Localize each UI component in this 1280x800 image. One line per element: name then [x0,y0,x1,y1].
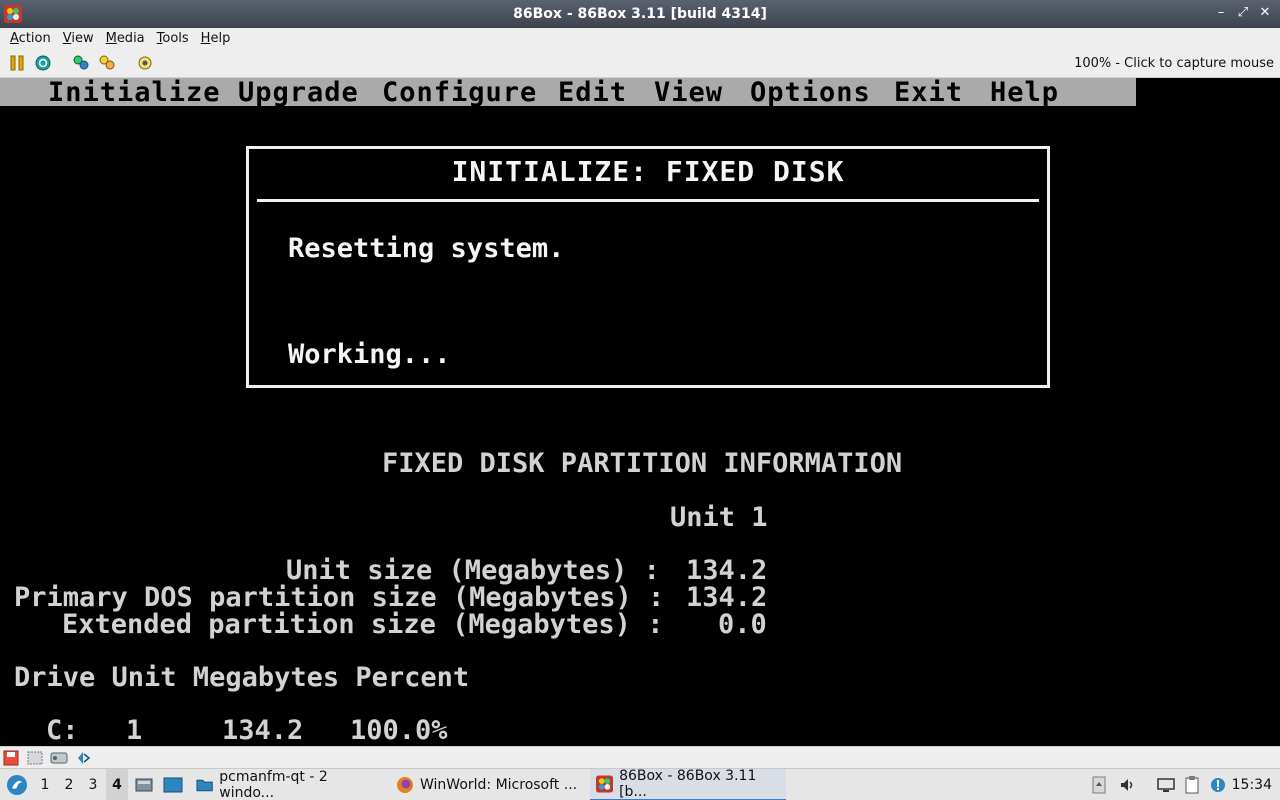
start-menu-icon [7,775,27,795]
drive-percent: 100.0% [350,715,448,746]
extended-partition-value: 0.0 [718,609,767,640]
task-label: pcmanfm-qt - 2 windo... [219,769,328,800]
dos-menu-bar: Initialize Upgrade Configure Edit View O… [0,78,1136,108]
window-title: 86Box - 86Box 3.11 [build 4314] [513,6,767,22]
desktop-2-button[interactable]: 2 [58,769,80,800]
dos-menu-help: Help [990,78,1060,108]
window-titlebar: 86Box - 86Box 3.11 [build 4314] – ⤢ ✕ [0,0,1280,28]
task-firefox[interactable]: WinWorld: Microsoft ... [390,769,586,800]
menu-tools[interactable]: Tools [151,31,195,46]
network-icon [78,751,91,764]
dialog-status-text: Resetting system. [288,233,565,264]
file-manager-icon [135,778,153,792]
desktop-4-button[interactable]: 4 [106,769,128,800]
file-manager-launcher[interactable] [134,769,154,800]
dialog-divider [257,199,1039,202]
desktop-3-button[interactable]: 3 [82,769,104,800]
ctrl-alt-esc-button[interactable] [96,52,118,74]
show-desktop-icon [163,777,183,793]
task-pcmanfm[interactable]: pcmanfm-qt - 2 windo... [190,769,386,800]
emulator-screen[interactable]: Initialize Upgrade Configure Edit View O… [0,78,1280,746]
update-tray-button[interactable] [1208,769,1228,800]
toolbar: 100% - Click to capture mouse [0,49,1280,78]
drive-megabytes: 134.2 [222,715,304,746]
extended-partition-label: Extended partition size (Megabytes) : [62,609,664,640]
display-tray-button[interactable] [1156,769,1176,800]
floppy-drive-status[interactable] [2,750,20,766]
volume-icon [1121,779,1133,791]
start-menu-button[interactable] [4,769,30,800]
show-desktop-button[interactable] [162,769,184,800]
menu-action[interactable]: Action [4,31,57,46]
ctrl-alt-del-button[interactable] [70,52,92,74]
dialog-title: INITIALIZE: FIXED DISK [451,155,845,188]
dos-menu-exit: Exit [894,78,964,108]
partition-heading: FIXED DISK PARTITION INFORMATION [382,448,903,479]
dos-menu-options: Options [750,78,871,108]
floppy-icon [3,750,19,765]
ctrl-alt-esc-icon [99,55,115,70]
menubar: Action View Media Tools Help [0,28,1280,49]
taskbar: 1 2 3 4 pcmanfm-qt - 2 windo... WinWorld… [0,768,1280,800]
tray-up-arrow-icon [1092,776,1106,794]
hard-reset-button[interactable] [32,52,54,74]
settings-button[interactable] [134,52,156,74]
dialog-working-text: Working... [288,339,451,370]
drive-table-header: Drive Unit Megabytes Percent [14,662,470,693]
menu-media[interactable]: Media [100,31,151,46]
maximize-button[interactable]: ⤢ [1234,4,1252,22]
volume-button[interactable] [1118,769,1138,800]
desktop-1-button[interactable]: 1 [34,769,56,800]
capture-mouse-status[interactable]: 100% - Click to capture mouse [1074,56,1274,71]
network-status[interactable] [74,750,92,766]
dos-menu-edit: Edit [558,78,628,108]
folder-icon [196,779,213,792]
close-button[interactable]: ✕ [1256,4,1274,22]
dos-menu-initialize: Initialize [48,78,221,108]
monitor-icon [1157,778,1175,792]
dos-menu-upgrade: Upgrade [238,78,359,108]
clipboard-tray-button[interactable] [1182,769,1202,800]
task-86box[interactable]: 86Box - 86Box 3.11 [b... [590,768,786,800]
pause-icon [10,55,24,71]
dos-menu-configure: Configure [382,78,538,108]
minimize-button[interactable]: – [1212,4,1230,22]
clipboard-icon [1185,776,1199,794]
ctrl-alt-del-icon [73,55,89,70]
unit-label: Unit 1 [670,502,768,533]
clock[interactable]: 15:34 [1232,769,1272,800]
reset-icon [35,55,51,71]
settings-icon [138,56,152,70]
task-label: WinWorld: Microsoft ... [420,777,578,793]
pause-button[interactable] [6,52,28,74]
update-notifier-icon [1211,778,1225,792]
hdd-status[interactable] [50,750,68,766]
firefox-icon [397,777,413,793]
drive-letter: C: [46,715,79,746]
menu-help[interactable]: Help [195,31,237,46]
menu-view[interactable]: View [57,31,100,46]
dos-menu-view: View [654,78,724,108]
drive-unit: 1 [126,715,143,746]
tray-expand-button[interactable] [1090,769,1108,800]
cdrom-icon [27,751,43,764]
cdrom-drive-status[interactable] [26,750,44,766]
hdd-icon [50,752,68,763]
86box-app-icon[interactable] [4,5,22,23]
statusbar [0,746,1280,768]
initialize-dialog: INITIALIZE: FIXED DISK Resetting system.… [246,146,1050,388]
task-label: 86Box - 86Box 3.11 [b... [619,768,757,800]
86box-icon [596,775,614,793]
